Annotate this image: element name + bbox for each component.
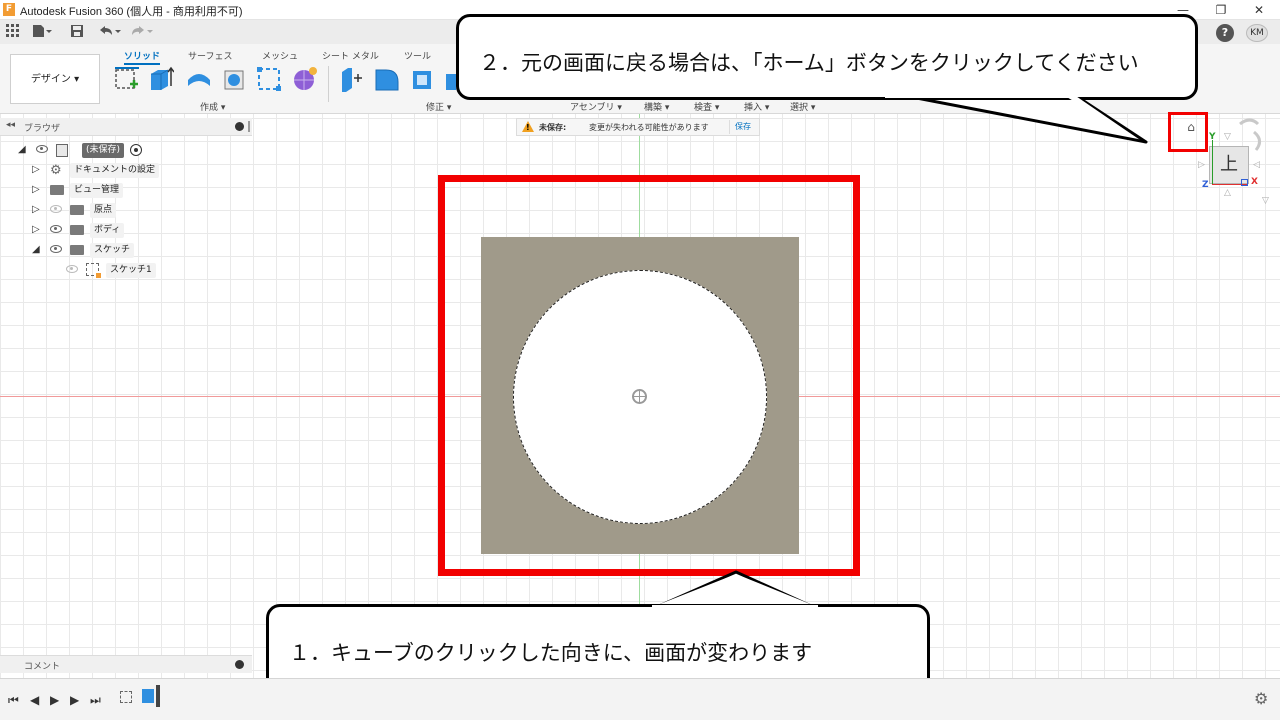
timeline-next-button[interactable]: ▶ bbox=[70, 693, 79, 707]
timeline-first-button[interactable]: ⏮ bbox=[8, 693, 19, 708]
timeline-sketch-feature-icon[interactable] bbox=[120, 691, 132, 703]
timeline-last-button[interactable]: ⏭ bbox=[90, 693, 101, 708]
timeline-extrude-feature-icon[interactable] bbox=[142, 689, 154, 703]
comments-add-icon[interactable] bbox=[235, 660, 244, 669]
timeline-prev-button[interactable]: ◀ bbox=[30, 693, 39, 707]
comments-panel-header: コメント bbox=[0, 655, 252, 673]
callout-tail-joins bbox=[652, 94, 1070, 609]
fusion360-window: F Autodesk Fusion 360 (個人用 - 商用利用不可) — ❐… bbox=[0, 0, 1280, 720]
comments-title: コメント bbox=[24, 662, 61, 672]
timeline-play-button[interactable]: ▶ bbox=[50, 693, 59, 707]
timeline-bar: ⏮ ◀ ▶ ▶ ⏭ ⚙ bbox=[0, 678, 1280, 720]
timeline-settings-gear-icon[interactable]: ⚙ bbox=[1254, 689, 1268, 708]
timeline-marker-handle[interactable] bbox=[156, 685, 160, 707]
